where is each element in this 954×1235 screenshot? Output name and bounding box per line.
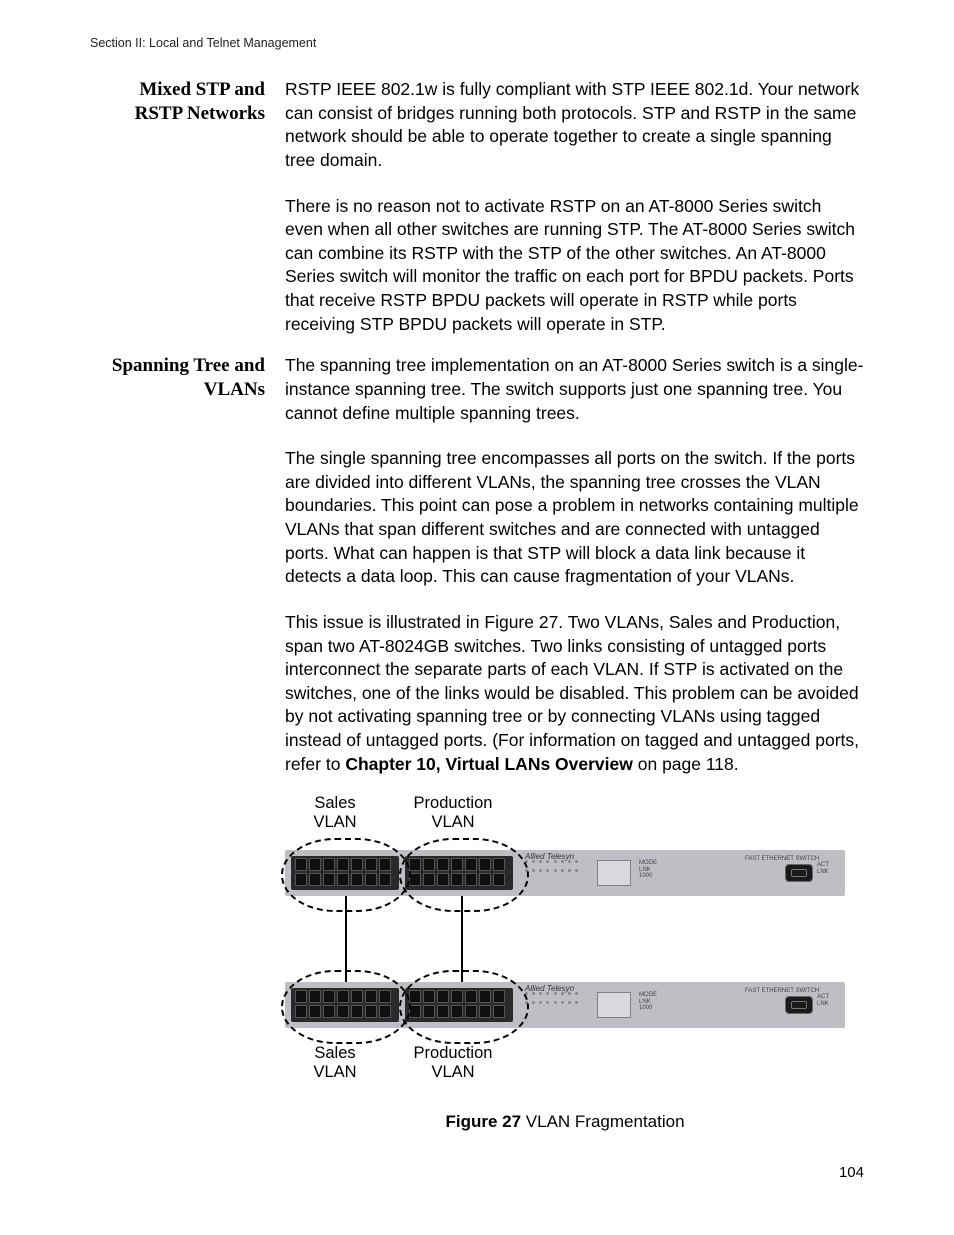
paragraph-with-reference: This issue is illustrated in Figure 27. …	[285, 611, 864, 776]
body-column: The spanning tree implementation on an A…	[285, 354, 864, 776]
uplink-led-labels: ACTLNK	[817, 994, 829, 1007]
ref-post: on page 118.	[633, 754, 739, 774]
vlan-label-sales-bottom: Sales VLAN	[275, 1044, 395, 1082]
label-line2: VLAN	[431, 813, 474, 831]
vlan-label-production-bottom: Production VLAN	[393, 1044, 513, 1082]
cross-reference: Chapter 10, Virtual LANs Overview	[345, 754, 633, 774]
label-line2: VLAN	[431, 1063, 474, 1081]
label-line1: Production	[414, 794, 493, 812]
label-line2: VLAN	[313, 1063, 356, 1081]
uplink-slot	[785, 996, 813, 1014]
figure-number: Figure 27	[445, 1112, 521, 1131]
ref-pre: This issue is illustrated in Figure 27. …	[285, 612, 859, 774]
switch-model-label: FAST ETHERNET SWITCH	[745, 856, 819, 863]
paragraph: The single spanning tree encompasses all…	[285, 447, 864, 589]
uplink-led-labels: ACTLNK	[817, 862, 829, 875]
paragraph: The spanning tree implementation on an A…	[285, 354, 864, 425]
page-number: 104	[839, 1164, 864, 1181]
vlan-fragmentation-diagram: Sales VLAN Production VLAN	[285, 794, 845, 1094]
vlan-grouping-oval	[399, 838, 529, 912]
figure-27: Sales VLAN Production VLAN	[285, 794, 864, 1132]
switch-model-label: FAST ETHERNET SWITCH	[745, 988, 819, 995]
section-spanning-tree-vlans: Spanning Tree and VLANs The spanning tre…	[90, 354, 864, 776]
uplink-slot	[785, 864, 813, 882]
label-line2: VLAN	[313, 813, 356, 831]
led-panel	[525, 992, 581, 1018]
port-led-labels: MODELNK1000	[639, 992, 657, 1012]
paragraph: There is no reason not to activate RSTP …	[285, 195, 864, 337]
section-mixed-stp-rstp: Mixed STP and RSTP Networks RSTP IEEE 80…	[90, 78, 864, 336]
document-page: Section II: Local and Telnet Management …	[0, 0, 954, 1235]
side-heading: Mixed STP and RSTP Networks	[90, 78, 265, 336]
label-line1: Sales	[314, 1044, 355, 1062]
body-column: RSTP IEEE 802.1w is fully compliant with…	[285, 78, 864, 336]
vlan-label-production-top: Production VLAN	[393, 794, 513, 832]
label-line1: Sales	[314, 794, 355, 812]
side-heading: Spanning Tree and VLANs	[90, 354, 265, 776]
module-bay	[597, 860, 631, 886]
module-bay	[597, 992, 631, 1018]
led-panel	[525, 860, 581, 886]
running-header: Section II: Local and Telnet Management	[90, 36, 864, 50]
vlan-grouping-oval	[281, 970, 411, 1044]
paragraph: RSTP IEEE 802.1w is fully compliant with…	[285, 78, 864, 173]
label-line1: Production	[414, 1044, 493, 1062]
vlan-grouping-oval	[399, 970, 529, 1044]
figure-caption: Figure 27 VLAN Fragmentation	[285, 1112, 845, 1132]
port-led-labels: MODELNK1000	[639, 860, 657, 880]
figure-title: VLAN Fragmentation	[521, 1112, 684, 1131]
vlan-label-sales-top: Sales VLAN	[275, 794, 395, 832]
